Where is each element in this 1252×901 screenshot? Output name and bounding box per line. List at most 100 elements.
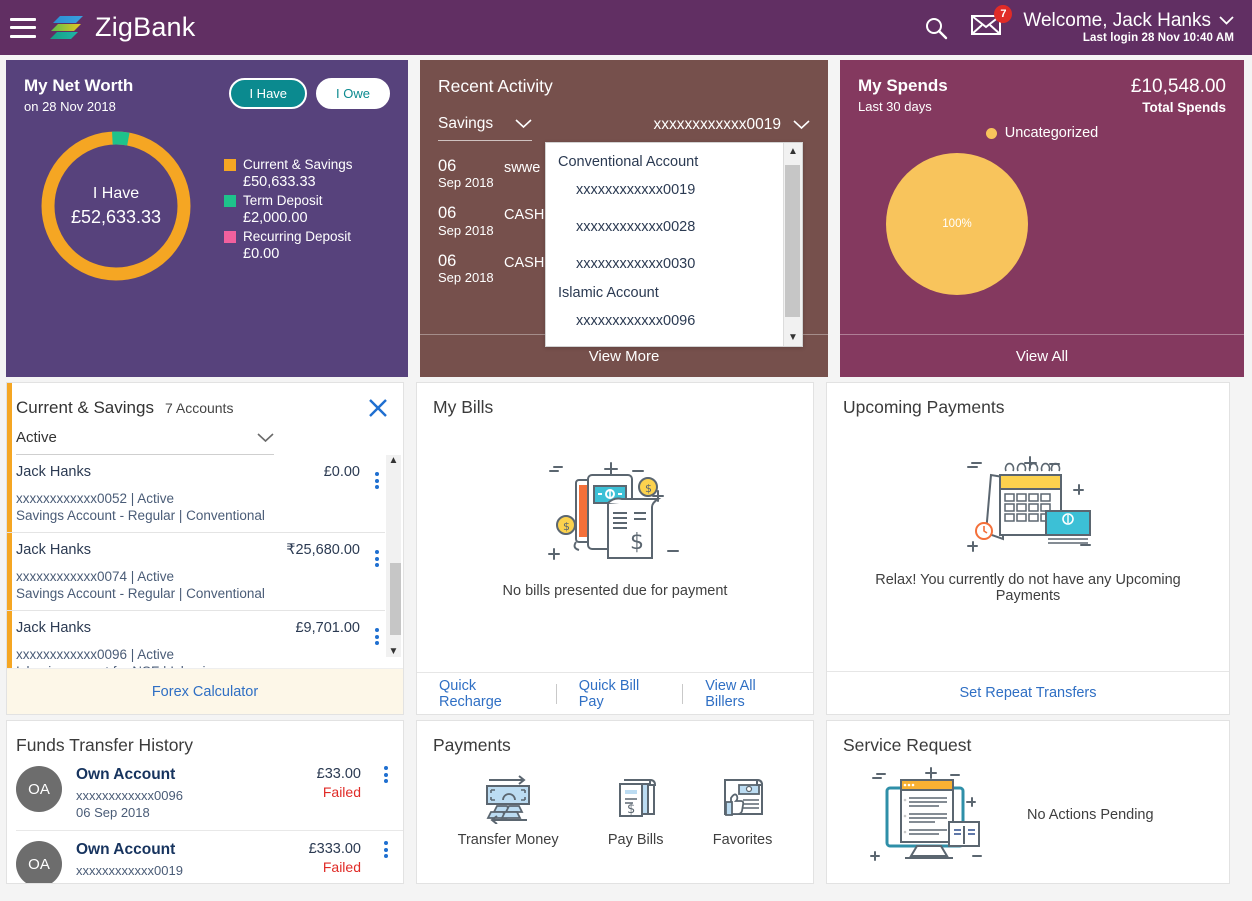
activity-month: Sep 2018 bbox=[438, 269, 494, 285]
current-savings-title: Current & Savings bbox=[16, 398, 154, 417]
activity-account-select[interactable]: xxxxxxxxxxxx0019 bbox=[654, 116, 810, 141]
payments-label-pay-bills: Pay Bills bbox=[607, 832, 664, 848]
dropdown-options: Conventional Account xxxxxxxxxxxx0019 xx… bbox=[546, 143, 783, 346]
account-number-status: xxxxxxxxxxxx0052 | Active bbox=[16, 491, 175, 506]
kebab-menu-icon[interactable] bbox=[369, 472, 385, 489]
account-number-status: xxxxxxxxxxxx0096 | Active bbox=[16, 647, 175, 662]
dropdown-option-0028[interactable]: xxxxxxxxxxxx0028 bbox=[546, 209, 783, 246]
toggle-i-owe[interactable]: I Owe bbox=[316, 78, 390, 109]
pie-slice-label: 100% bbox=[942, 218, 972, 230]
dropdown-option-0030[interactable]: xxxxxxxxxxxx0030 bbox=[546, 246, 783, 283]
donut-center-value: £52,633.33 bbox=[70, 206, 162, 227]
scroll-up-icon[interactable]: ▲ bbox=[788, 146, 798, 157]
dropdown-option-0019[interactable]: xxxxxxxxxxxx0019 bbox=[546, 172, 783, 209]
legend-amount-term-deposit: £2,000.00 bbox=[243, 210, 308, 227]
svg-text:$: $ bbox=[630, 530, 644, 555]
calendar-illustration-icon bbox=[967, 456, 1091, 552]
activity-desc: swwe bbox=[504, 160, 541, 176]
scroll-down-icon[interactable]: ▼ bbox=[788, 332, 798, 343]
payments-action-pay-bills[interactable]: $ Pay Bills bbox=[607, 772, 664, 848]
spends-view-all[interactable]: View All bbox=[840, 334, 1244, 377]
service-request-title: Service Request bbox=[843, 735, 972, 755]
upcoming-payments-title: Upcoming Payments bbox=[843, 397, 1005, 417]
payments-action-favorites[interactable]: Favorites bbox=[713, 772, 772, 848]
account-balance: ₹25,680.00 bbox=[286, 542, 360, 558]
search-icon[interactable] bbox=[923, 15, 949, 41]
transfer-date: 06 Sep 2018 bbox=[76, 805, 150, 820]
close-icon[interactable] bbox=[367, 397, 389, 419]
transfer-title: Own Account bbox=[76, 841, 176, 858]
header-actions: 7 Welcome, Jack Hanks Last login 28 Nov … bbox=[923, 5, 1234, 45]
dashboard-row-2: Current & Savings 7 Accounts Active Jack… bbox=[0, 377, 1252, 715]
legend-swatch-current-savings bbox=[224, 159, 236, 171]
quick-recharge-link[interactable]: Quick Recharge bbox=[417, 678, 556, 710]
kebab-menu-icon[interactable] bbox=[369, 550, 385, 567]
transfer-status: Failed bbox=[322, 859, 361, 875]
funds-transfer-history-title: Funds Transfer History bbox=[16, 735, 193, 755]
quick-bill-pay-link[interactable]: Quick Bill Pay bbox=[557, 678, 683, 710]
dropdown-group-islamic: Islamic Account bbox=[558, 285, 659, 301]
account-holder: Jack Hanks bbox=[16, 620, 91, 636]
scroll-down-icon[interactable]: ▼ bbox=[389, 646, 399, 657]
spends-subtitle: Last 30 days bbox=[858, 99, 932, 114]
transfer-title: Own Account bbox=[76, 766, 176, 783]
scroll-up-icon[interactable]: ▲ bbox=[389, 455, 399, 466]
account-row[interactable]: Jack Hanks £0.00 xxxxxxxxxxxx0052 | Acti… bbox=[7, 455, 385, 533]
kebab-menu-icon[interactable] bbox=[378, 766, 394, 783]
forex-calculator-link[interactable]: Forex Calculator bbox=[7, 668, 403, 714]
account-list: Jack Hanks £0.00 xxxxxxxxxxxx0052 | Acti… bbox=[7, 455, 403, 689]
dropdown-option-0096[interactable]: xxxxxxxxxxxx0096 bbox=[546, 303, 783, 340]
mail-icon[interactable]: 7 bbox=[971, 5, 1013, 41]
payments-label-transfer-money: Transfer Money bbox=[457, 832, 559, 848]
legend-amount-current-savings: £50,633.33 bbox=[243, 174, 316, 191]
activity-day: 06 bbox=[438, 251, 457, 270]
account-row[interactable]: Jack Hanks ₹25,680.00 xxxxxxxxxxxx0074 |… bbox=[7, 533, 385, 611]
dashboard-row-3: Funds Transfer History OA Own Account xx… bbox=[0, 715, 1252, 884]
chevron-down-icon bbox=[793, 119, 810, 129]
current-savings-widget: Current & Savings 7 Accounts Active Jack… bbox=[6, 382, 404, 715]
scrollbar-thumb[interactable] bbox=[785, 165, 800, 317]
net-worth-legend: Current & Savings £50,633.33 Term Deposi… bbox=[224, 156, 353, 284]
scrollbar-thumb[interactable] bbox=[390, 563, 401, 635]
account-balance: £9,701.00 bbox=[295, 620, 360, 636]
app-header: ZigBank 7 Welcome, Jack Hanks Last login… bbox=[0, 0, 1252, 55]
activity-desc: CASH bbox=[504, 207, 545, 224]
legend-label-uncategorized: Uncategorized bbox=[1004, 125, 1099, 141]
payments-action-transfer-money[interactable]: Transfer Money bbox=[458, 772, 559, 848]
brand[interactable]: ZigBank bbox=[50, 12, 195, 43]
transfer-row[interactable]: OA Own Account xxxxxxxxxxxx0096 06 Sep 2… bbox=[16, 756, 403, 831]
account-type: Savings Account - Regular | Conventional bbox=[16, 586, 265, 601]
kebab-menu-icon[interactable] bbox=[369, 628, 385, 645]
transfer-money-icon bbox=[486, 775, 531, 824]
account-number-status: xxxxxxxxxxxx0074 | Active bbox=[16, 569, 175, 584]
payments-widget: Payments Transfer Money $ Pay Bills Favo… bbox=[416, 720, 814, 884]
activity-month: Sep 2018 bbox=[438, 222, 494, 238]
brand-name: ZigBank bbox=[95, 12, 196, 42]
current-savings-count: 7 Accounts bbox=[164, 400, 234, 416]
chevron-down-icon bbox=[515, 119, 532, 129]
transfer-row[interactable]: OA Own Account xxxxxxxxxxxx0019 £333.00 … bbox=[16, 831, 403, 883]
svg-text:$: $ bbox=[627, 802, 635, 817]
user-menu[interactable]: Welcome, Jack Hanks Last login 28 Nov 10… bbox=[1023, 10, 1234, 45]
avatar: OA bbox=[16, 766, 62, 812]
toggle-i-have[interactable]: I Have bbox=[229, 78, 308, 109]
my-spends-widget: My Spends Last 30 days £10,548.00 Total … bbox=[840, 60, 1244, 377]
spends-pie-chart: 100% bbox=[886, 153, 1028, 295]
set-repeat-transfers-link[interactable]: Set Repeat Transfers bbox=[827, 671, 1229, 714]
kebab-menu-icon[interactable] bbox=[378, 841, 394, 858]
activity-month: Sep 2018 bbox=[438, 175, 494, 191]
zigbank-logo-icon bbox=[50, 15, 83, 39]
recent-activity-widget: Recent Activity Savings xxxxxxxxxxxx0019 bbox=[420, 60, 828, 377]
account-dropdown-menu[interactable]: Conventional Account xxxxxxxxxxxx0019 xx… bbox=[545, 142, 803, 347]
view-all-billers-link[interactable]: View All Billers bbox=[683, 678, 813, 710]
account-status-filter[interactable]: Active bbox=[16, 429, 274, 455]
legend-swatch-term-deposit bbox=[224, 194, 236, 207]
legend-amount-recurring-deposit: £0.00 bbox=[243, 245, 280, 262]
welcome-text: Welcome, Jack Hanks bbox=[1023, 9, 1211, 31]
spends-legend: Uncategorized bbox=[858, 125, 1226, 141]
legend-label-recurring-deposit: Recurring Deposit bbox=[243, 228, 352, 244]
hamburger-icon[interactable] bbox=[10, 17, 36, 38]
transfer-amount: £33.00 bbox=[316, 766, 361, 782]
dropdown-scrollbar[interactable]: ▲ ▼ bbox=[783, 143, 802, 346]
activity-type-select[interactable]: Savings bbox=[438, 115, 533, 141]
